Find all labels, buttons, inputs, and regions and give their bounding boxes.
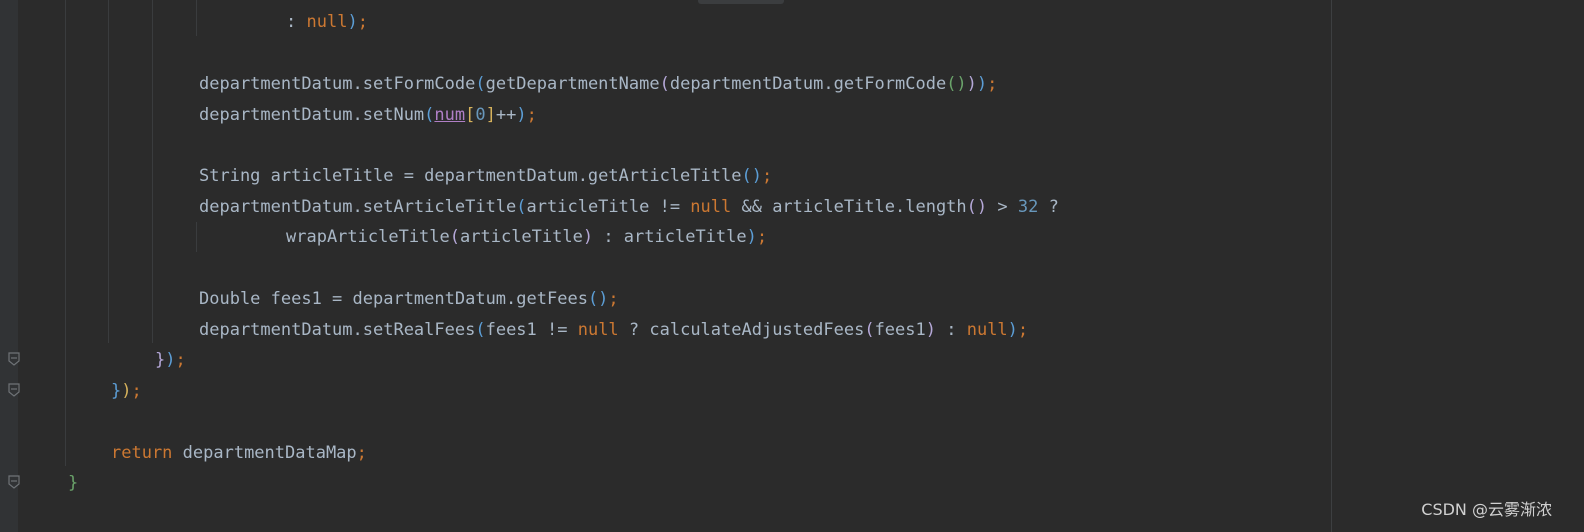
code-line[interactable]: } (68, 471, 78, 495)
code-line[interactable]: : null); (286, 10, 368, 34)
indent-guide (152, 0, 153, 343)
indent-guide (196, 0, 197, 36)
code-line[interactable]: }); (155, 348, 186, 372)
code-line[interactable]: String articleTitle = departmentDatum.ge… (199, 164, 772, 188)
code-line[interactable]: Double fees1 = departmentDatum.getFees()… (199, 287, 619, 311)
editor-gutter (0, 0, 20, 532)
indent-guide (196, 222, 197, 252)
right-margin-guide (1331, 0, 1332, 532)
code-line[interactable]: wrapArticleTitle(articleTitle) : article… (286, 225, 767, 249)
code-line[interactable]: departmentDatum.setArticleTitle(articleT… (199, 195, 1059, 219)
code-line[interactable]: return departmentDataMap; (111, 441, 367, 465)
indent-guide (65, 0, 66, 466)
inlay-hint (698, 0, 784, 4)
indent-guide (108, 0, 109, 343)
code-line[interactable]: departmentDatum.setRealFees(fees1 != nul… (199, 318, 1028, 342)
code-editor[interactable]: : null); departmentDatum.setFormCode(get… (18, 0, 1584, 532)
code-line[interactable]: departmentDatum.setNum(num[0]++); (199, 103, 537, 127)
watermark: CSDN @云雾渐浓 (1421, 500, 1552, 519)
code-line[interactable]: departmentDatum.setFormCode(getDepartmen… (199, 72, 997, 96)
code-line[interactable]: }); (111, 379, 142, 403)
